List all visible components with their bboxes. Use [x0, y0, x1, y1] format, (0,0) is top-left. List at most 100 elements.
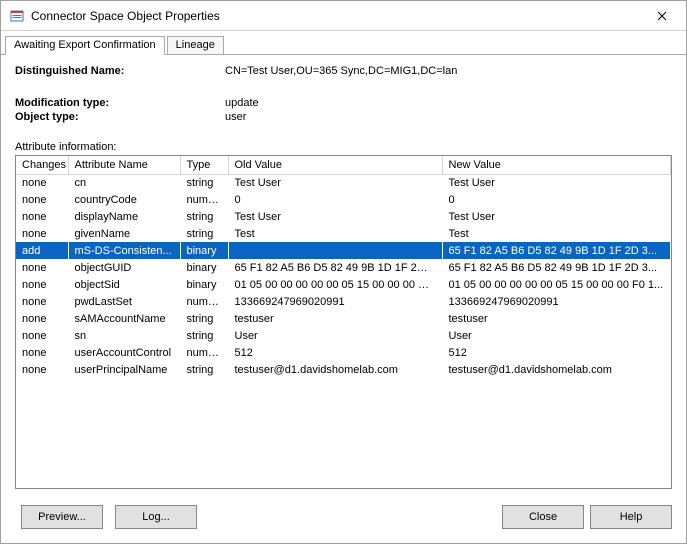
- cell-type: string: [180, 310, 228, 327]
- tab-lineage[interactable]: Lineage: [167, 36, 224, 55]
- cell-old: 01 05 00 00 00 00 00 05 15 00 00 00 F0 1…: [228, 276, 442, 293]
- cell-attr: pwdLastSet: [68, 293, 180, 310]
- cell-old: User: [228, 327, 442, 344]
- cell-new: Test: [442, 225, 671, 242]
- table-header-row: Changes Attribute Name Type Old Value Ne…: [16, 156, 671, 174]
- cell-new: 512: [442, 344, 671, 361]
- cell-changes: none: [16, 174, 68, 191]
- cell-attr: objectSid: [68, 276, 180, 293]
- cell-type: number: [180, 344, 228, 361]
- cell-old: Test User: [228, 174, 442, 191]
- cell-new: 133669247969020991: [442, 293, 671, 310]
- table-row[interactable]: nonesnstringUserUser: [16, 327, 671, 344]
- cell-new: Test User: [442, 208, 671, 225]
- attribute-information-label: Attribute information:: [15, 141, 672, 153]
- cell-type: binary: [180, 259, 228, 276]
- modification-type-value: update: [225, 97, 672, 109]
- table-row[interactable]: noneuserPrincipalNamestringtestuser@d1.d…: [16, 361, 671, 378]
- cell-changes: none: [16, 344, 68, 361]
- cell-old: Test: [228, 225, 442, 242]
- tab-awaiting-export[interactable]: Awaiting Export Confirmation: [5, 36, 165, 55]
- col-header-attribute-name[interactable]: Attribute Name: [68, 156, 180, 174]
- cell-old: 133669247969020991: [228, 293, 442, 310]
- cell-changes: none: [16, 259, 68, 276]
- cell-changes: add: [16, 242, 68, 259]
- cell-attr: givenName: [68, 225, 180, 242]
- cell-attr: userAccountControl: [68, 344, 180, 361]
- cell-type: number: [180, 191, 228, 208]
- cell-attr: mS-DS-Consisten...: [68, 242, 180, 259]
- cell-old: 512: [228, 344, 442, 361]
- table-row[interactable]: nonecountryCodenumber00: [16, 191, 671, 208]
- cell-attr: countryCode: [68, 191, 180, 208]
- table-row[interactable]: nonegivenNamestringTestTest: [16, 225, 671, 242]
- col-header-old-value[interactable]: Old Value: [228, 156, 442, 174]
- cell-old: [228, 242, 442, 259]
- cell-new: testuser@d1.davidshomelab.com: [442, 361, 671, 378]
- cell-changes: none: [16, 208, 68, 225]
- object-type-value: user: [225, 111, 672, 123]
- col-header-changes[interactable]: Changes: [16, 156, 68, 174]
- tab-bar: Awaiting Export Confirmation Lineage: [1, 31, 686, 55]
- table-row[interactable]: addmS-DS-Consisten...binary 65 F1 82 A5 B…: [16, 242, 671, 259]
- cell-new: 65 F1 82 A5 B6 D5 82 49 9B 1D 1F 2D 3...: [442, 242, 671, 259]
- cell-attr: userPrincipalName: [68, 361, 180, 378]
- cell-changes: none: [16, 310, 68, 327]
- cell-changes: none: [16, 276, 68, 293]
- table-row[interactable]: nonecnstringTest UserTest User: [16, 174, 671, 191]
- button-bar: Preview... Log... Close Help: [1, 495, 686, 543]
- cell-attr: displayName: [68, 208, 180, 225]
- cell-type: string: [180, 327, 228, 344]
- dialog-window: Connector Space Object Properties Awaiti…: [0, 0, 687, 544]
- cell-type: binary: [180, 276, 228, 293]
- cell-old: testuser@d1.davidshomelab.com: [228, 361, 442, 378]
- table-row[interactable]: noneuserAccountControlnumber512512: [16, 344, 671, 361]
- cell-type: number: [180, 293, 228, 310]
- cell-new: Test User: [442, 174, 671, 191]
- dn-value: CN=Test User,OU=365 Sync,DC=MIG1,DC=lan: [225, 65, 672, 77]
- window-title: Connector Space Object Properties: [31, 9, 642, 23]
- table-row[interactable]: noneobjectGUIDbinary65 F1 82 A5 B6 D5 82…: [16, 259, 671, 276]
- cell-changes: none: [16, 225, 68, 242]
- table-row[interactable]: nonepwdLastSetnumber13366924796902099113…: [16, 293, 671, 310]
- cell-old: testuser: [228, 310, 442, 327]
- dn-label: Distinguished Name:: [15, 65, 225, 77]
- cell-attr: sAMAccountName: [68, 310, 180, 327]
- cell-old: 65 F1 82 A5 B6 D5 82 49 9B 1D 1F 2D 3...: [228, 259, 442, 276]
- cell-new: User: [442, 327, 671, 344]
- object-type-label: Object type:: [15, 111, 225, 123]
- app-icon: [9, 8, 25, 24]
- cell-type: string: [180, 174, 228, 191]
- close-icon[interactable]: [642, 2, 682, 30]
- attribute-grid[interactable]: Changes Attribute Name Type Old Value Ne…: [15, 155, 672, 489]
- log-button[interactable]: Log...: [115, 505, 197, 529]
- cell-new: testuser: [442, 310, 671, 327]
- cell-new: 65 F1 82 A5 B6 D5 82 49 9B 1D 1F 2D 3...: [442, 259, 671, 276]
- cell-old: 0: [228, 191, 442, 208]
- close-button[interactable]: Close: [502, 505, 584, 529]
- cell-attr: sn: [68, 327, 180, 344]
- cell-attr: objectGUID: [68, 259, 180, 276]
- cell-changes: none: [16, 293, 68, 310]
- table-row[interactable]: nonedisplayNamestringTest UserTest User: [16, 208, 671, 225]
- modification-type-label: Modification type:: [15, 97, 225, 109]
- table-row[interactable]: nonesAMAccountNamestringtestusertestuser: [16, 310, 671, 327]
- cell-old: Test User: [228, 208, 442, 225]
- col-header-new-value[interactable]: New Value: [442, 156, 671, 174]
- cell-new: 01 05 00 00 00 00 00 05 15 00 00 00 F0 1…: [442, 276, 671, 293]
- cell-changes: none: [16, 327, 68, 344]
- help-button[interactable]: Help: [590, 505, 672, 529]
- table-row[interactable]: noneobjectSidbinary01 05 00 00 00 00 00 …: [16, 276, 671, 293]
- tab-content: Distinguished Name: CN=Test User,OU=365 …: [1, 55, 686, 495]
- cell-type: string: [180, 208, 228, 225]
- titlebar: Connector Space Object Properties: [1, 1, 686, 31]
- cell-type: binary: [180, 242, 228, 259]
- cell-type: string: [180, 225, 228, 242]
- cell-changes: none: [16, 191, 68, 208]
- cell-attr: cn: [68, 174, 180, 191]
- col-header-type[interactable]: Type: [180, 156, 228, 174]
- cell-changes: none: [16, 361, 68, 378]
- cell-new: 0: [442, 191, 671, 208]
- cell-type: string: [180, 361, 228, 378]
- preview-button[interactable]: Preview...: [21, 505, 103, 529]
